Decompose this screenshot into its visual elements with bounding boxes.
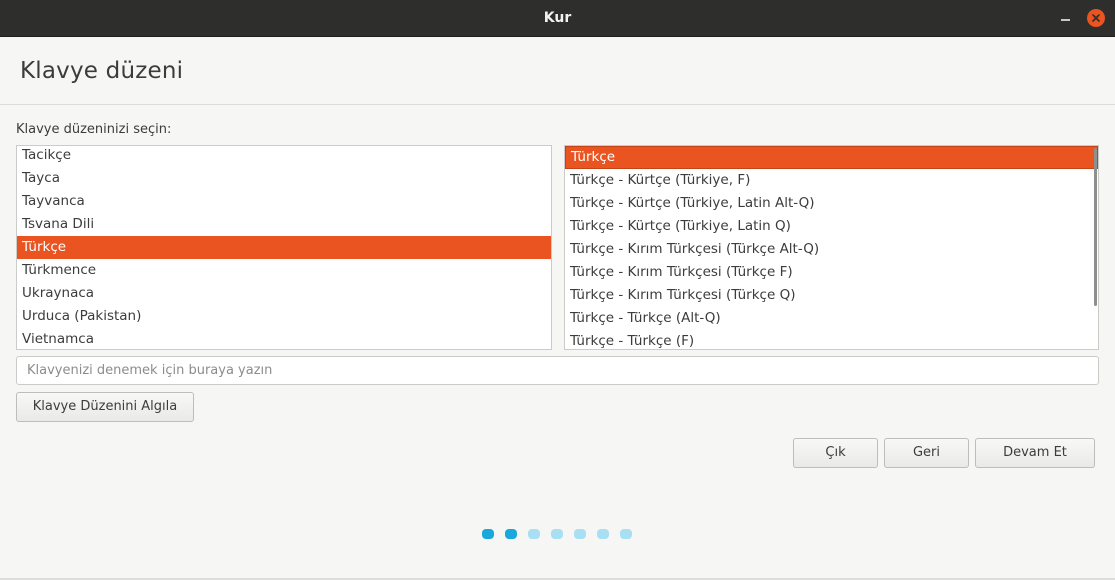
close-icon[interactable] [1087,9,1105,27]
variant-list-item[interactable]: Türkçe - Kırım Türkçesi (Türkçe Alt-Q) [565,238,1098,261]
keyboard-layout-list[interactable]: Tacikçe Tayca Tayvanca Tsvana Dili Türkçe Tür… [16,145,552,350]
progress-dot [528,529,540,539]
detect-layout-button[interactable]: Klavye Düzenini Algıla [16,392,194,422]
page-title: Klavye düzeni [20,58,184,84]
window-title: Kur [543,10,572,26]
progress-dot [551,529,563,539]
variant-list-item[interactable]: Türkçe - Kürtçe (Türkiye, Latin Alt-Q) [565,192,1098,215]
layout-list-item[interactable]: Ukraynaca [17,282,551,305]
layout-list-item[interactable]: Türkçe [17,236,551,259]
section-label: Klavye düzeninizi seçin: [16,122,172,137]
progress-dot [620,529,632,539]
installer-progress-dots [482,529,632,539]
progress-dot [574,529,586,539]
variant-list-item[interactable]: Türkçe [565,146,1098,169]
layout-list-item[interactable]: Tacikçe [17,146,551,167]
variant-list-item[interactable]: Türkçe - Kırım Türkçesi (Türkçe Q) [565,284,1098,307]
layout-list-item[interactable]: Tayca [17,167,551,190]
layout-list-item[interactable]: Tsvana Dili [17,213,551,236]
window-titlebar: Kur [0,0,1115,37]
keyboard-variant-list[interactable]: Türkçe Türkçe - Kürtçe (Türkiye, F) Türkçe… [564,145,1099,350]
layout-list-item[interactable]: Urduca (Pakistan) [17,305,551,328]
header-divider [0,104,1115,105]
layout-list-item[interactable]: Tayvanca [17,190,551,213]
variant-list-scrollbar[interactable] [1094,148,1097,306]
continue-button[interactable]: Devam Et [975,438,1095,468]
minimize-icon[interactable] [1056,9,1074,27]
layout-list-item[interactable]: Türkmence [17,259,551,282]
progress-dot [505,529,517,539]
variant-list-item[interactable]: Türkçe - Türkçe (F) [565,330,1098,349]
variant-list-item[interactable]: Türkçe - Kürtçe (Türkiye, F) [565,169,1098,192]
progress-dot [482,529,494,539]
quit-button[interactable]: Çık [793,438,878,468]
variant-list-item[interactable]: Türkçe - Kürtçe (Türkiye, Latin Q) [565,215,1098,238]
back-button[interactable]: Geri [884,438,969,468]
keyboard-test-input[interactable] [16,356,1099,385]
progress-dot [597,529,609,539]
variant-list-item[interactable]: Türkçe - Türkçe (Alt-Q) [565,307,1098,330]
layout-list-item[interactable]: Vietnamca [17,328,551,349]
variant-list-item[interactable]: Türkçe - Kırım Türkçesi (Türkçe F) [565,261,1098,284]
